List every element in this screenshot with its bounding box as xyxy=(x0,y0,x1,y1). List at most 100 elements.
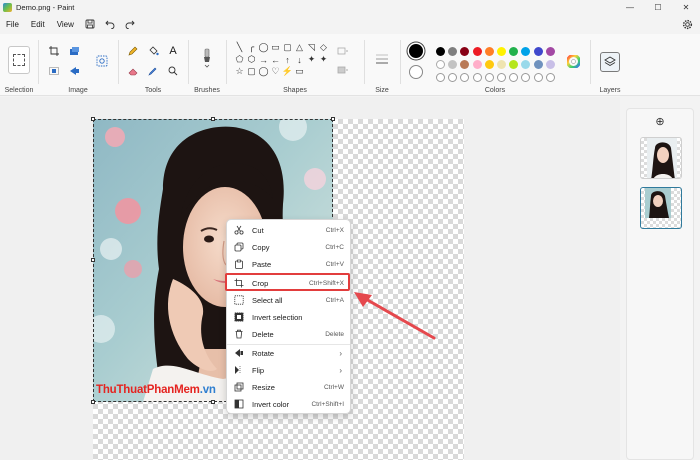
settings-button[interactable] xyxy=(678,15,696,33)
shape-option[interactable]: ▢ xyxy=(282,42,293,53)
color-swatch[interactable] xyxy=(545,60,555,69)
shape-option[interactable]: ◯ xyxy=(258,66,269,77)
shape-option[interactable]: ↑ xyxy=(282,54,293,65)
shape-option[interactable]: ▭ xyxy=(294,66,305,77)
resize-handle[interactable] xyxy=(331,117,335,121)
custom-color-slot[interactable] xyxy=(436,73,445,82)
add-layer-button[interactable]: ⊕ xyxy=(654,115,666,128)
color-picker-tool[interactable] xyxy=(146,64,160,78)
shape-option[interactable]: ✦ xyxy=(306,54,317,65)
color-swatch[interactable] xyxy=(509,60,519,69)
color-swatch[interactable] xyxy=(484,47,494,56)
pencil-tool[interactable] xyxy=(126,44,140,58)
resize-tool[interactable] xyxy=(67,44,81,58)
color-swatch[interactable] xyxy=(484,60,494,69)
shape-option[interactable]: △ xyxy=(294,42,305,53)
menu-item-flip[interactable]: Flip › xyxy=(231,362,348,378)
redo-button[interactable] xyxy=(120,15,140,33)
size-button[interactable] xyxy=(375,52,389,66)
shape-option[interactable]: ✦ xyxy=(318,54,329,65)
shape-option[interactable]: ⬠ xyxy=(234,54,245,65)
magnifier-tool[interactable] xyxy=(166,64,180,78)
menu-item-delete[interactable]: Delete Delete xyxy=(231,326,348,342)
secondary-color-swatch[interactable] xyxy=(409,65,423,79)
color-swatch[interactable] xyxy=(497,60,506,69)
minimize-button[interactable]: — xyxy=(616,0,644,14)
menu-item-paste[interactable]: Paste Ctrl+V xyxy=(231,256,348,272)
shape-option[interactable]: ◯ xyxy=(258,42,269,53)
background-remove-tool[interactable] xyxy=(95,54,109,68)
color-swatch[interactable] xyxy=(460,47,470,56)
menu-file[interactable]: File xyxy=(0,15,25,33)
menu-item-rotate[interactable]: Rotate › xyxy=(231,345,348,361)
custom-color-slot[interactable] xyxy=(484,73,494,82)
color-swatch[interactable] xyxy=(509,47,519,56)
menu-view[interactable]: View xyxy=(51,15,80,33)
shape-option[interactable]: ↓ xyxy=(294,54,305,65)
color-swatch[interactable] xyxy=(472,47,482,56)
custom-color-slot[interactable] xyxy=(497,73,506,82)
shape-outline-button[interactable] xyxy=(336,45,350,59)
primary-color-swatch[interactable] xyxy=(409,44,423,58)
menu-item-cut[interactable]: Cut Ctrl+X xyxy=(231,222,348,238)
layer-thumbnail-portrait[interactable] xyxy=(640,137,682,179)
resize-handle[interactable] xyxy=(91,258,95,262)
shape-option[interactable]: → xyxy=(258,54,269,65)
color-swatch[interactable] xyxy=(448,47,458,56)
crop-tool[interactable] xyxy=(47,44,61,58)
custom-color-slot[interactable] xyxy=(460,73,470,82)
color-swatch[interactable] xyxy=(436,47,445,56)
layer-thumbnail-selection[interactable] xyxy=(640,187,682,229)
menu-edit[interactable]: Edit xyxy=(25,15,51,33)
custom-color-slot[interactable] xyxy=(521,73,531,82)
color-swatch[interactable] xyxy=(545,47,555,56)
shape-option[interactable]: ▢ xyxy=(246,66,257,77)
shape-fill-button[interactable] xyxy=(336,64,350,78)
close-button[interactable]: ✕ xyxy=(672,0,700,14)
undo-button[interactable] xyxy=(100,15,120,33)
selection-tool-button[interactable] xyxy=(8,46,30,74)
rotate-tool[interactable] xyxy=(67,64,81,78)
shape-option[interactable]: ╲ xyxy=(234,42,245,53)
resize-handle[interactable] xyxy=(211,117,215,121)
shape-option[interactable]: ⬡ xyxy=(246,54,257,65)
custom-color-slot[interactable] xyxy=(509,73,519,82)
custom-color-slot[interactable] xyxy=(448,73,458,82)
shape-option[interactable]: ← xyxy=(270,54,281,65)
color-swatch[interactable] xyxy=(436,60,445,69)
shape-option[interactable]: ☆ xyxy=(234,66,245,77)
color-swatch[interactable] xyxy=(533,60,543,69)
color-swatch[interactable] xyxy=(521,47,531,56)
layers-button[interactable] xyxy=(600,52,620,72)
resize-handle[interactable] xyxy=(91,400,95,404)
color-swatch[interactable] xyxy=(472,60,482,69)
custom-color-slot[interactable] xyxy=(533,73,543,82)
menu-item-copy[interactable]: Copy Ctrl+C xyxy=(231,239,348,255)
color-swatch[interactable] xyxy=(497,47,506,56)
edit-colors-button[interactable] xyxy=(566,54,580,68)
resize-handle[interactable] xyxy=(91,117,95,121)
brushes-button[interactable] xyxy=(200,46,214,70)
shape-option[interactable]: ╭ xyxy=(246,42,257,53)
fill-tool[interactable] xyxy=(146,44,160,58)
resize-handle[interactable] xyxy=(211,400,215,404)
shape-option[interactable]: ♡ xyxy=(270,66,281,77)
color-swatch[interactable] xyxy=(533,47,543,56)
menu-item-invert-color[interactable]: Invert color Ctrl+Shift+I xyxy=(231,396,348,412)
custom-color-slot[interactable] xyxy=(545,73,555,82)
custom-color-slot[interactable] xyxy=(472,73,482,82)
menu-item-select-all[interactable]: Select all Ctrl+A xyxy=(231,292,348,308)
shape-option[interactable]: ▭ xyxy=(270,42,281,53)
shape-option[interactable]: ◹ xyxy=(306,42,317,53)
menu-item-invert-selection[interactable]: Invert selection xyxy=(231,309,348,325)
color-swatch[interactable] xyxy=(460,60,470,69)
color-swatch[interactable] xyxy=(448,60,458,69)
eraser-tool[interactable] xyxy=(126,64,140,78)
menu-item-resize[interactable]: Resize Ctrl+W xyxy=(231,379,348,395)
shape-option[interactable]: ⚡ xyxy=(282,66,293,77)
maximize-button[interactable]: ☐ xyxy=(644,0,672,14)
shape-option[interactable]: ◇ xyxy=(318,42,329,53)
image-select-tool[interactable] xyxy=(47,64,61,78)
color-swatch[interactable] xyxy=(521,60,531,69)
text-tool[interactable]: A xyxy=(166,44,180,58)
